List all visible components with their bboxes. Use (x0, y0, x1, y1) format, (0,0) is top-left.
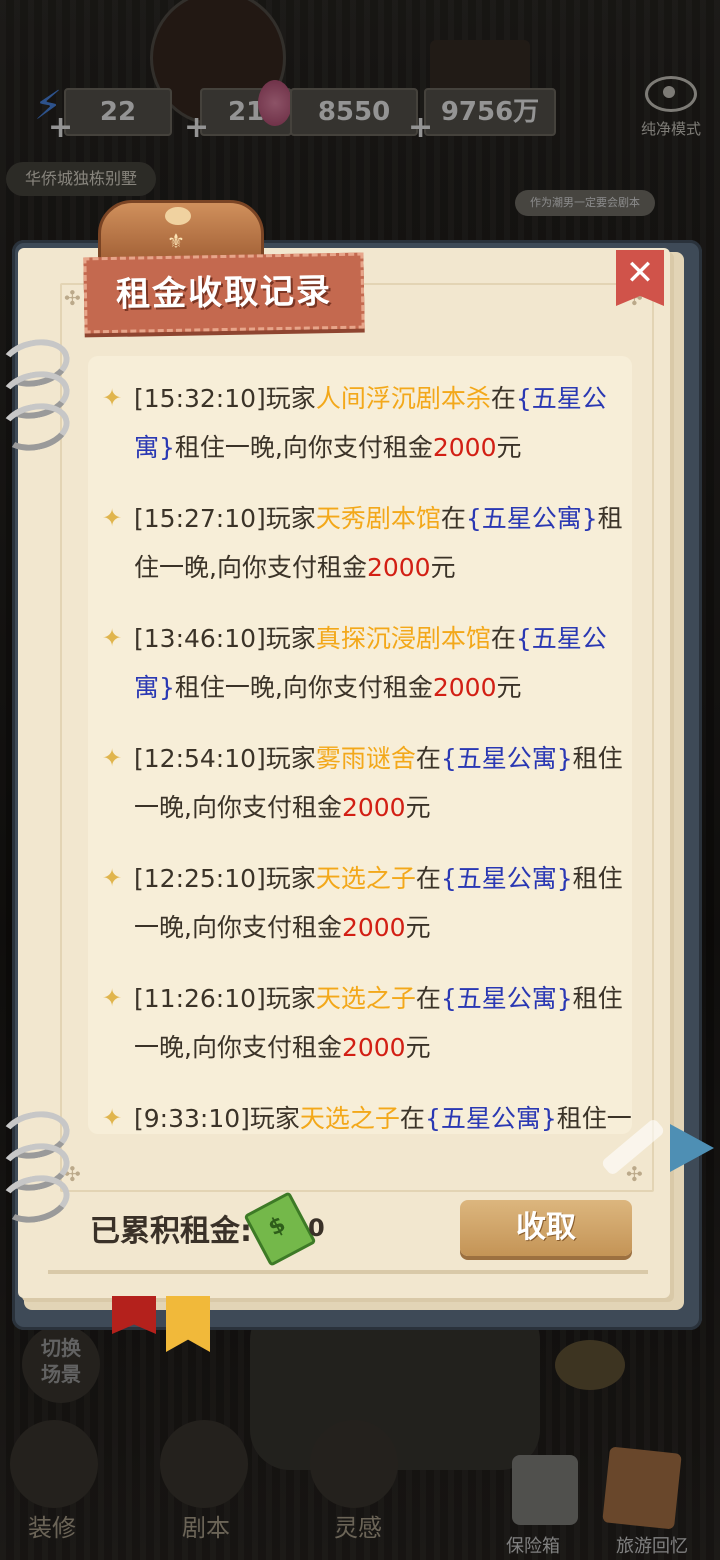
fleur-de-lis-icon: ⚜ (167, 229, 185, 253)
record-unit: 元 (405, 793, 431, 822)
record-place: {五星公寓} (465, 504, 598, 533)
record-player-name: 天选之子 (315, 984, 416, 1013)
record-unit: 元 (405, 913, 431, 942)
sparkle-icon: ✦ (102, 744, 123, 772)
record-connector: 在 (415, 744, 441, 773)
record-time: [15:32:10] (134, 384, 266, 413)
record-prefix: 玩家 (265, 384, 316, 413)
close-icon: ✕ (625, 253, 655, 293)
record-time: [12:54:10] (134, 744, 266, 773)
record-text: 租住一晚,向你支付租金 (174, 673, 433, 702)
record-place: {五星公寓} (440, 744, 573, 773)
record-prefix: 玩家 (265, 744, 316, 773)
list-item: ✦ [13:46:10]玩家真探沉浸剧本馆在{五星公寓}租住一晚,向你支付租金20… (88, 614, 632, 712)
dialog-title: 租金收取记录 (115, 271, 333, 315)
sparkle-icon: ✦ (102, 504, 123, 532)
list-item: ✦ [12:25:10]玩家天选之子在{五星公寓}租住一晚,向你支付租金2000元 (88, 854, 632, 952)
record-connector: 在 (399, 1104, 425, 1133)
record-text: 租住一晚,向你支付租金 (174, 433, 433, 462)
list-item: ✦ [15:32:10]玩家人间浮沉剧本杀在{五星公寓}租住一晚,向你支付租金20… (88, 374, 632, 472)
record-prefix: 玩家 (265, 624, 316, 653)
record-unit: 元 (405, 1033, 431, 1062)
sparkle-icon: ✦ (102, 984, 123, 1012)
sparkle-icon: ✦ (102, 384, 123, 412)
record-unit: 元 (430, 553, 456, 582)
record-amount: 2000 (341, 913, 406, 942)
record-unit: 元 (496, 673, 522, 702)
record-prefix: 玩家 (265, 984, 316, 1013)
list-item: ✦[9:33:10]玩家天选之子在{五星公寓}租住一晚,向你支付租金2000元 (88, 1094, 632, 1134)
record-prefix: 玩家 (249, 1104, 300, 1133)
sparkle-icon: ✦ (102, 1104, 123, 1132)
record-amount: 2000 (341, 793, 406, 822)
record-connector: 在 (415, 984, 441, 1013)
record-connector: 在 (490, 384, 516, 413)
list-item: ✦ [11:26:10]玩家天选之子在{五星公寓}租住一晚,向你支付租金2000元 (88, 974, 632, 1072)
record-time: [11:26:10] (134, 984, 266, 1013)
record-time: [12:25:10] (134, 864, 266, 893)
record-amount: 2000 (432, 673, 497, 702)
record-player-name: 人间浮沉剧本杀 (315, 384, 491, 413)
footer-divider (48, 1270, 648, 1274)
record-prefix: 玩家 (265, 504, 316, 533)
record-player-name: 真探沉浸剧本馆 (315, 624, 491, 653)
record-place: {五星公寓} (440, 984, 573, 1013)
record-connector: 在 (490, 624, 516, 653)
clip-hole (165, 207, 191, 225)
record-time: [15:27:10] (134, 504, 266, 533)
list-item: ✦ [12:54:10]玩家雾雨谜舍在{五星公寓}租住一晚,向你支付租金2000元 (88, 734, 632, 832)
corner-ornament-icon: ✣ (626, 1162, 643, 1186)
list-item: ✦ [15:27:10]玩家天秀剧本馆在{五星公寓}租住一晚,向你支付租金2000… (88, 494, 632, 592)
record-amount: 2000 (341, 1033, 406, 1062)
record-amount: 2000 (366, 553, 431, 582)
title-banner: 租金收取记录 (83, 252, 365, 334)
record-place: {五星公寓} (440, 864, 573, 893)
corner-ornament-icon: ✣ (64, 286, 81, 310)
collect-button[interactable]: 收取 (460, 1200, 632, 1256)
accumulated-rent-value: 0 (308, 1214, 325, 1242)
record-player-name: 天选之子 (315, 864, 416, 893)
record-player-name: 雾雨谜舍 (315, 744, 416, 773)
record-connector: 在 (440, 504, 466, 533)
record-place: {五星公寓} (424, 1104, 557, 1133)
record-time: [9:33:10] (134, 1104, 250, 1133)
record-player-name: 天秀剧本馆 (315, 504, 441, 533)
sparkle-icon: ✦ (102, 864, 123, 892)
accumulated-rent-label: 已累积租金: (90, 1214, 252, 1249)
record-unit: 元 (496, 433, 522, 462)
record-connector: 在 (415, 864, 441, 893)
record-prefix: 玩家 (265, 864, 316, 893)
record-amount: 2000 (432, 433, 497, 462)
record-time: [13:46:10] (134, 624, 266, 653)
sparkle-icon: ✦ (102, 624, 123, 652)
rent-record-list[interactable]: ✦ [15:32:10]玩家人间浮沉剧本杀在{五星公寓}租住一晚,向你支付租金20… (88, 356, 632, 1134)
record-player-name: 天选之子 (299, 1104, 400, 1133)
